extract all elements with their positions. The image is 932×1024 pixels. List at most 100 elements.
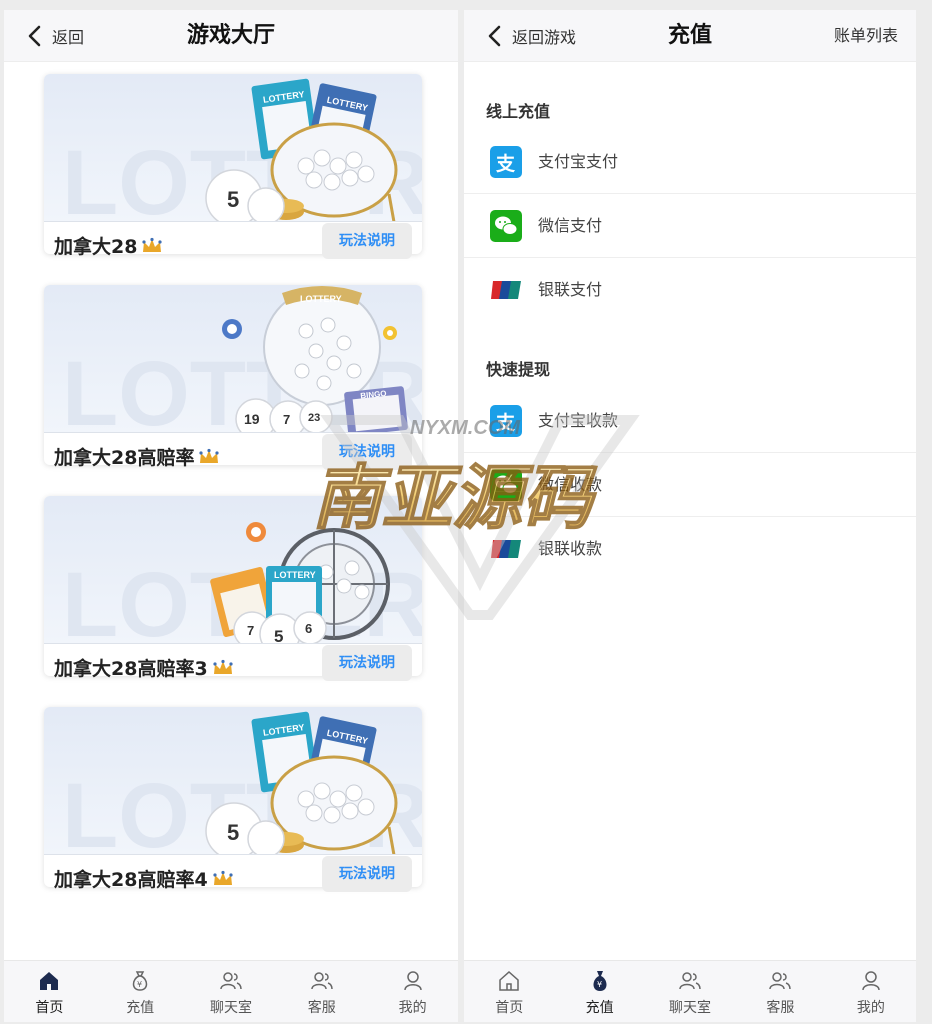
game-card[interactable]: LOTTERY LOTTERY LOTTERY 5 加拿大28高赔率4 [44,707,422,892]
alipay-pay-option[interactable]: 支 支付宝支付 [464,130,916,194]
game-banner-image: LOTTERY LOTTERY LOTTERY 5 [44,707,422,855]
recharge-navbar: 返回游戏 充值 账单列表 [464,10,916,62]
svg-text:LOTTERY: LOTTERY [300,294,342,304]
pay-option-label: 支付宝收款 [538,411,619,430]
crown-icon [142,237,163,252]
game-banner-image: LOTTERY LOTTERY LOTTERY 5 [44,74,422,222]
tab-label: 客服 [307,1000,336,1016]
rules-button[interactable]: 玩法说明 [322,856,412,892]
crown-icon [213,870,233,885]
alipay-receive-option[interactable]: 支 支付宝收款 [464,389,916,453]
svg-text:5: 5 [227,820,239,845]
rules-button[interactable]: 玩法说明 [322,434,412,470]
chevron-left-icon [488,25,501,47]
quick-withdraw-heading: 快速提现 [486,360,551,379]
profile-icon [403,971,422,991]
tab-label: 聊天室 [209,1000,252,1016]
online-recharge-heading: 线上充值 [486,102,551,121]
crown-icon [199,448,220,463]
tab-profile[interactable]: 我的 [367,961,458,1022]
money-bag-icon: ¥ [132,971,148,991]
bottom-tab-bar: 首页 ¥ 充值 聊天室 客服 我的 [4,960,458,1022]
svg-text:LOTTERY: LOTTERY [274,570,316,580]
tab-support[interactable]: 客服 [735,961,825,1022]
rules-button[interactable]: 玩法说明 [322,223,412,259]
home-icon [40,972,59,990]
svg-text:6: 6 [305,621,312,636]
tab-label: 充值 [126,1000,155,1016]
game-name: 加拿大28高赔率 [54,443,220,470]
pay-option-label: 支付宝支付 [538,152,619,171]
svg-text:¥: ¥ [597,980,602,989]
alipay-icon: 支 [490,405,522,437]
game-banner-image: LOTTERY LOTTERY 7 5 6 [44,496,422,644]
tab-support[interactable]: 客服 [276,961,367,1022]
wechat-icon [490,210,522,242]
back-to-game-button[interactable]: 返回游戏 [486,10,576,62]
game-name: 加拿大28 [54,232,163,259]
wechat-icon [490,469,522,501]
tab-label: 客服 [766,1000,795,1016]
back-label: 返回游戏 [512,28,577,47]
pay-option-label: 银联收款 [538,539,603,558]
crown-icon [213,659,233,674]
game-name-text: 加拿大28高赔率 [54,447,195,469]
game-card[interactable]: LOTTERY LOTTERY 7 5 6 [44,496,422,681]
game-card[interactable]: LOTTERY LOTTERY BINGO 19 7 23 [44,285,422,470]
unionpay-icon [491,540,521,558]
tab-recharge[interactable]: ¥ 充值 [95,961,186,1022]
game-name: 加拿大28高赔率3 [54,654,234,681]
svg-text:23: 23 [308,412,320,424]
alipay-icon: 支 [490,146,522,178]
rules-button[interactable]: 玩法说明 [322,645,412,681]
wechat-receive-option[interactable]: 微信收款 [464,453,916,517]
wechat-pay-option[interactable]: 微信支付 [464,194,916,258]
game-name-text: 加拿大28高赔率4 [54,869,208,891]
pay-option-label: 微信支付 [538,216,603,235]
support-icon [769,972,792,990]
recharge-screen: 返回游戏 充值 账单列表 线上充值 支 支付宝支付 微信支付 银联支付 快速提现… [464,10,916,1022]
bill-list-link[interactable]: 账单列表 [834,10,898,62]
tab-home[interactable]: 首页 [4,961,95,1022]
back-label: 返回 [52,28,85,47]
game-name-text: 加拿大28 [54,236,138,258]
game-name: 加拿大28高赔率4 [54,865,234,892]
tab-label: 我的 [856,1000,885,1016]
support-icon [311,972,333,990]
chat-users-icon [679,972,701,990]
game-lobby-screen: 返回 游戏大厅 LOTTERY LOTTERY LOTTERY [4,10,458,1022]
chat-users-icon [220,972,242,990]
svg-text:支: 支 [495,153,516,175]
profile-icon [862,971,880,991]
pay-option-label: 银联支付 [538,280,603,299]
svg-text:¥: ¥ [137,980,142,989]
unionpay-icon [491,281,521,299]
tab-recharge[interactable]: ¥ 充值 [554,961,644,1022]
chevron-left-icon [28,25,41,47]
bottom-tab-bar: 首页 ¥ 充值 聊天室 客服 我的 [464,960,916,1022]
svg-text:7: 7 [283,412,290,427]
lobby-back-button[interactable]: 返回 [26,10,84,62]
lobby-navbar: 返回 游戏大厅 [4,10,458,62]
svg-text:5: 5 [227,187,239,212]
svg-text:支: 支 [495,412,516,434]
tab-label: 充值 [585,1000,614,1016]
tab-label: 首页 [35,1000,64,1016]
tab-chatroom[interactable]: 聊天室 [645,961,735,1022]
tab-label: 聊天室 [669,1000,712,1016]
game-card[interactable]: LOTTERY LOTTERY LOTTERY 5 加拿大28 [44,74,422,259]
home-icon [499,970,519,991]
tab-label: 我的 [398,1000,427,1016]
tab-label: 首页 [495,1000,524,1016]
pay-option-label: 微信收款 [538,475,603,494]
tab-chatroom[interactable]: 聊天室 [186,961,277,1022]
svg-text:5: 5 [274,627,283,644]
tab-profile[interactable]: 我的 [826,961,916,1022]
unionpay-receive-option[interactable]: 银联收款 [464,517,916,581]
unionpay-pay-option[interactable]: 银联支付 [464,258,916,322]
svg-text:7: 7 [247,623,254,638]
money-bag-icon: ¥ [593,971,607,991]
game-banner-image: LOTTERY LOTTERY BINGO 19 7 23 [44,285,422,433]
tab-home[interactable]: 首页 [464,961,554,1022]
svg-text:19: 19 [244,411,260,427]
